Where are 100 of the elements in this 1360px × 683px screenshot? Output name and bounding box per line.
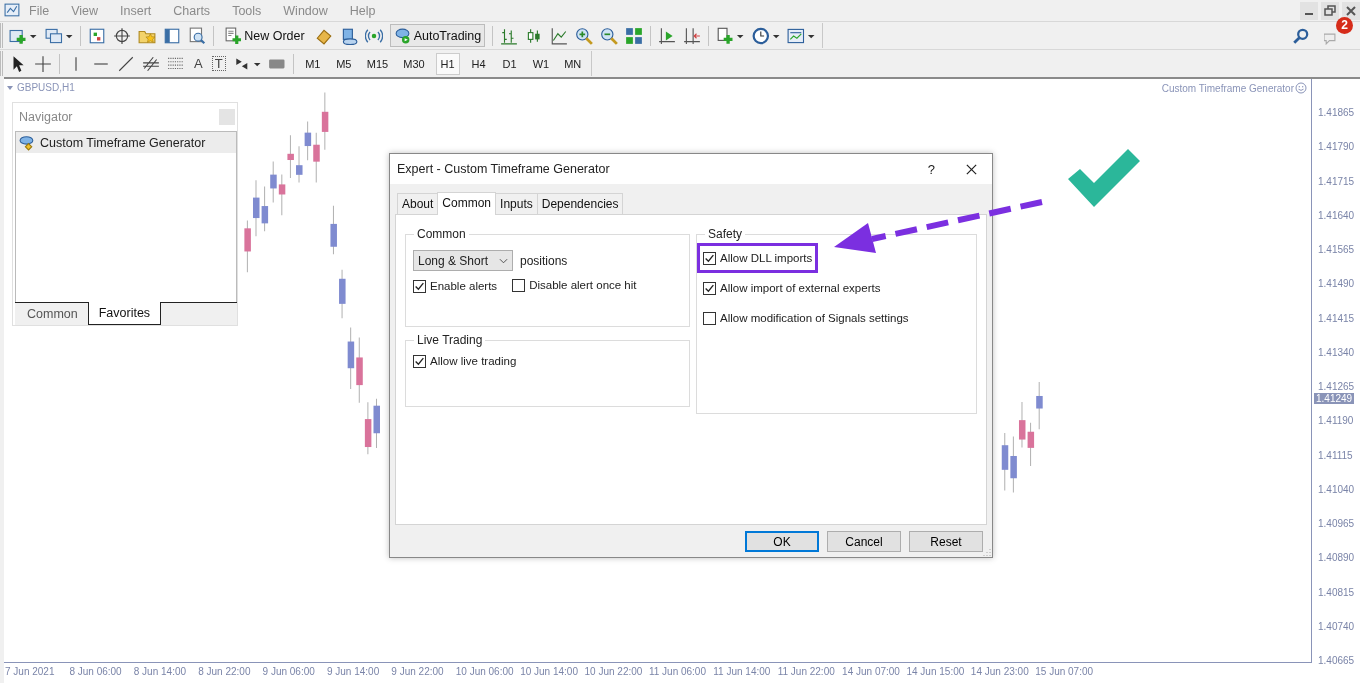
time-label: 14 Jun 15:00 xyxy=(906,665,966,679)
current-price-tag: 1.41249 xyxy=(1314,393,1355,404)
price-label: 1.41865 xyxy=(1317,107,1356,119)
clock-dropdown-icon[interactable] xyxy=(751,26,781,45)
close-icon[interactable] xyxy=(1342,1,1360,20)
timeframe-button[interactable]: M5 xyxy=(331,52,356,75)
app-icon[interactable] xyxy=(4,2,21,19)
timeframe-button[interactable]: MN xyxy=(560,52,586,75)
price-label: 1.40815 xyxy=(1317,586,1356,599)
dialog-title: Expert - Custom Timeframe Generator xyxy=(397,162,611,176)
price-label: 1.40665 xyxy=(1317,655,1356,667)
time-label: 8 Jun 14:00 xyxy=(133,665,188,679)
template-dropdown-icon[interactable] xyxy=(787,26,817,45)
dialog-button[interactable]: OK xyxy=(745,531,819,552)
field-label: positions xyxy=(520,253,568,268)
price-label: 1.41490 xyxy=(1317,278,1356,291)
group-title: Safety xyxy=(707,227,744,241)
checkbox[interactable]: Disable alert once hit xyxy=(512,275,637,295)
timeframe-button[interactable]: W1 xyxy=(528,52,554,75)
tick-icon xyxy=(414,355,425,367)
dialog-button[interactable]: Cancel xyxy=(827,531,901,552)
help-button[interactable]: ? xyxy=(927,161,935,177)
zoom-in-icon[interactable] xyxy=(575,26,594,45)
panel-title: Navigator xyxy=(19,110,74,124)
timeframe-button[interactable]: M1 xyxy=(300,52,325,75)
tick-icon xyxy=(414,280,425,292)
time-label: 8 Jun 06:00 xyxy=(69,665,123,679)
zoom-out-icon[interactable] xyxy=(600,26,619,45)
price-label: 1.40965 xyxy=(1317,518,1356,530)
resize-grip-icon[interactable] xyxy=(983,548,991,556)
dialog-tab[interactable]: About xyxy=(397,193,439,214)
channel-icon[interactable] xyxy=(142,54,160,73)
text-tool[interactable]: A xyxy=(192,56,205,71)
restore-icon[interactable] xyxy=(1321,1,1339,20)
navigator-item[interactable]: Custom Timeframe Generator xyxy=(16,132,236,153)
price-label: 1.41340 xyxy=(1317,346,1356,359)
timeframe-button[interactable]: D1 xyxy=(497,52,522,75)
navigator-icon[interactable] xyxy=(163,26,182,45)
time-label: 14 Jun 07:00 xyxy=(842,665,901,679)
crosshair-icon[interactable] xyxy=(113,26,132,45)
tick-icon xyxy=(704,252,715,264)
minimize-icon[interactable] xyxy=(1300,1,1318,20)
time-label: 9 Jun 06:00 xyxy=(262,665,316,679)
time-label: 10 Jun 06:00 xyxy=(455,665,515,679)
group-title: Live Trading xyxy=(416,333,484,347)
magnifier-document-icon[interactable] xyxy=(188,26,207,45)
dialog-tab[interactable]: Dependencies xyxy=(536,193,624,214)
price-label: 1.40740 xyxy=(1317,620,1356,633)
checkbox[interactable]: Allow DLL imports xyxy=(703,248,813,268)
price-label: 1.41640 xyxy=(1317,209,1356,222)
time-label: 8 Jun 22:00 xyxy=(198,665,252,679)
expert-label: Custom Timeframe Generator xyxy=(1161,82,1307,94)
checkbox[interactable]: Allow modification of Signals settings xyxy=(703,308,909,328)
checkbox[interactable]: Allow live trading xyxy=(413,351,517,371)
price-label: 1.41565 xyxy=(1317,244,1356,256)
time-label: 10 Jun 14:00 xyxy=(520,665,579,679)
dialog-button[interactable]: Reset xyxy=(909,531,983,552)
time-label: 10 Jun 22:00 xyxy=(584,665,644,679)
tile-windows-icon[interactable] xyxy=(625,26,644,45)
new-order-button[interactable]: New Order xyxy=(221,25,308,46)
time-label: 15 Jun 07:00 xyxy=(1035,665,1095,679)
chevron-down-icon xyxy=(499,257,508,264)
close-icon[interactable] xyxy=(965,162,978,176)
smiley-icon xyxy=(1295,82,1307,94)
windows-dropdown-icon[interactable] xyxy=(44,26,74,45)
expert-hat-icon xyxy=(19,134,36,151)
timeframe-button[interactable]: M15 xyxy=(362,52,393,75)
panel-tab[interactable]: Common xyxy=(17,303,88,325)
indicator-add-dropdown-icon[interactable] xyxy=(716,26,745,45)
autotrading-button[interactable]: AutoTrading xyxy=(389,24,486,47)
time-label: 11 Jun 22:00 xyxy=(777,665,836,679)
positions-dropdown[interactable]: Long & Short xyxy=(413,250,513,271)
timeframe-button[interactable]: H1 xyxy=(435,52,460,75)
bar-chart-icon[interactable] xyxy=(500,26,519,45)
dialog-tab[interactable]: Inputs xyxy=(495,193,538,214)
document-plus-icon xyxy=(224,27,242,44)
candlestick xyxy=(330,205,337,255)
chart-shift-icon[interactable] xyxy=(658,26,677,45)
dialog-tab[interactable]: Common xyxy=(437,192,497,215)
price-label: 1.41115 xyxy=(1317,449,1354,462)
time-label: 9 Jun 22:00 xyxy=(391,665,445,679)
market-watch-icon[interactable] xyxy=(88,26,107,45)
line-chart-icon[interactable] xyxy=(550,26,569,45)
search-icon[interactable] xyxy=(1292,26,1310,45)
autoscroll-icon[interactable] xyxy=(683,26,702,45)
time-label: 7 Jun 2021 xyxy=(5,665,56,679)
price-label: 1.41715 xyxy=(1317,175,1356,188)
tick-icon xyxy=(704,282,715,294)
checkbox[interactable]: Enable alerts xyxy=(413,276,498,296)
panel-tab[interactable]: Favorites xyxy=(87,302,162,325)
timeframe-button[interactable]: M30 xyxy=(399,52,429,75)
time-label: 11 Jun 06:00 xyxy=(648,665,707,679)
trend-line-icon[interactable] xyxy=(117,54,135,73)
timeframe-button[interactable]: H4 xyxy=(466,52,491,75)
price-label: 1.40890 xyxy=(1317,552,1356,565)
time-label: 14 Jun 23:00 xyxy=(970,665,1030,679)
candlestick xyxy=(339,269,346,319)
checkbox[interactable]: Allow import of external experts xyxy=(703,278,881,298)
label-tool[interactable]: T xyxy=(211,56,226,71)
price-label: 1.41190 xyxy=(1317,415,1355,428)
